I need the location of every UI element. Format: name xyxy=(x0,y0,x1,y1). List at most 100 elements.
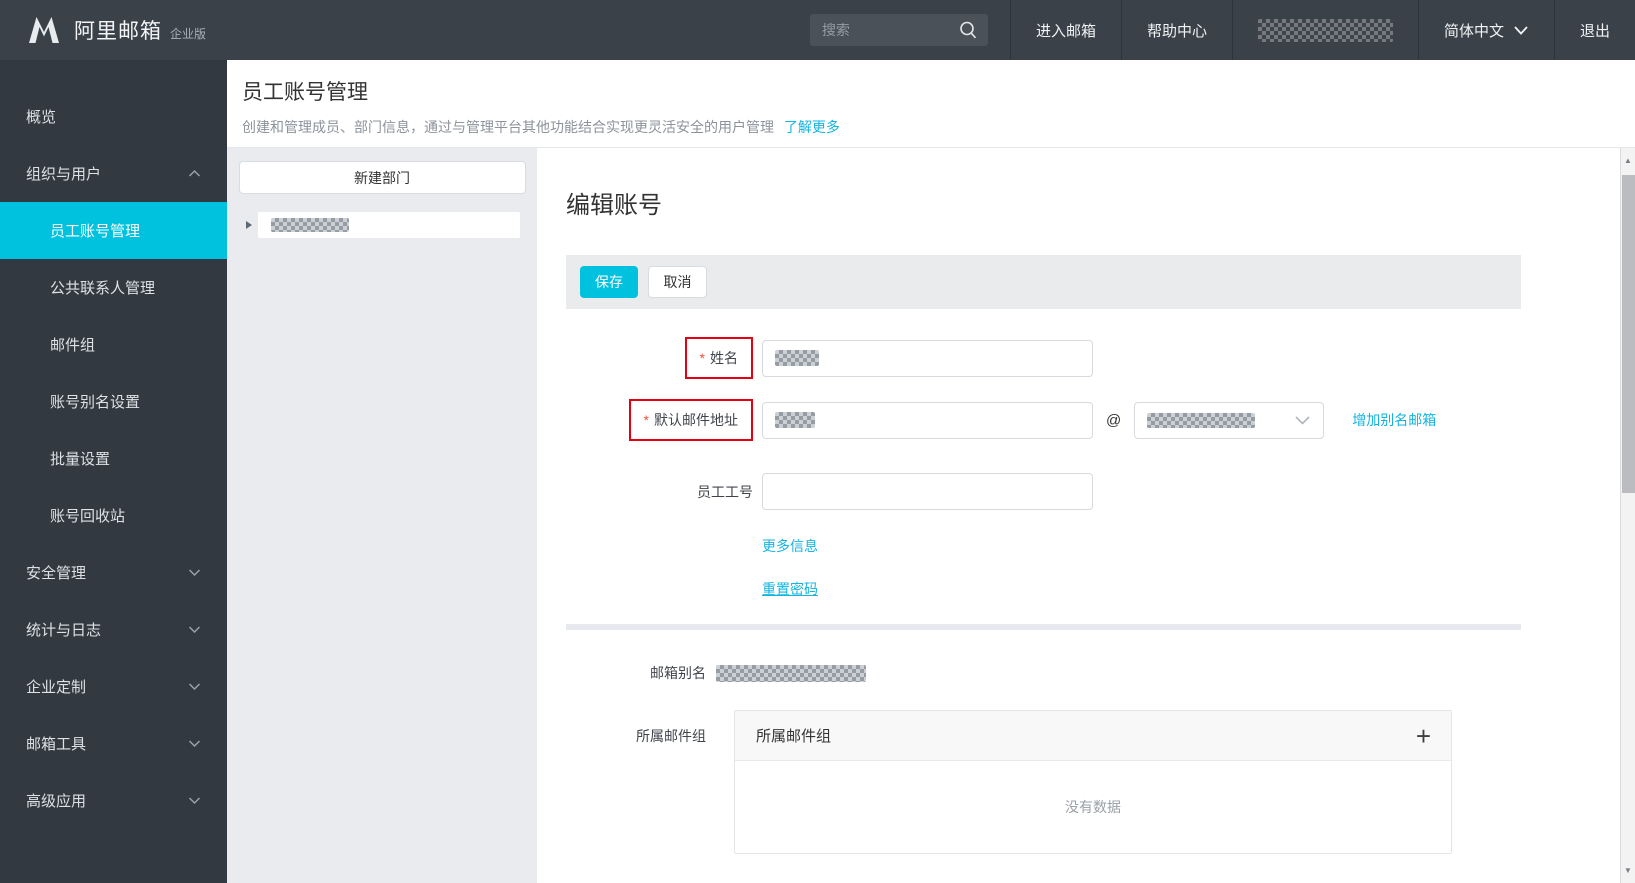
sidebar-item-label: 高级应用 xyxy=(26,793,87,810)
add-alias-link[interactable]: 增加别名邮箱 xyxy=(1352,410,1436,430)
brand-name: 阿里邮箱 xyxy=(74,20,162,43)
nav-enter-mailbox-label: 进入邮箱 xyxy=(1035,22,1096,40)
sidebar-item-label: 概览 xyxy=(26,109,57,126)
chevron-down-icon xyxy=(188,739,201,748)
staff-id-input[interactable] xyxy=(762,473,1093,510)
sidebar-item-account-recycle[interactable]: 账号回收站 xyxy=(0,487,227,544)
department-node[interactable] xyxy=(258,212,520,238)
email-label: 默认邮件地址 xyxy=(654,412,738,428)
redacted-email-value xyxy=(775,412,815,428)
scrollbar-thumb[interactable] xyxy=(1622,175,1635,493)
mail-groups-panel: 所属邮件组 + 没有数据 xyxy=(734,710,1452,854)
nav-logout-label: 退出 xyxy=(1579,22,1610,40)
topbar: 阿里邮箱 企业版 进入邮箱 帮助中心 简体中文 退出 xyxy=(0,0,1635,60)
mail-groups-empty-state: 没有数据 xyxy=(735,761,1451,853)
reset-password-link[interactable]: 重置密码 xyxy=(762,579,818,599)
email-domain-select[interactable] xyxy=(1134,401,1325,439)
learn-more-link[interactable]: 了解更多 xyxy=(784,119,840,135)
chevron-down-icon xyxy=(188,625,201,634)
sidebar-item-mail-tools[interactable]: 邮箱工具 xyxy=(0,715,227,772)
topbar-search xyxy=(809,14,988,46)
vertical-scrollbar[interactable]: ▲ ▼ xyxy=(1620,148,1635,883)
brand: 阿里邮箱 企业版 xyxy=(0,0,206,60)
scrollbar-up-arrow-icon[interactable]: ▲ xyxy=(1621,156,1635,165)
nav-language-label: 简体中文 xyxy=(1443,22,1504,40)
mail-groups-panel-header: 所属邮件组 + xyxy=(735,711,1451,761)
sidebar-item-security[interactable]: 安全管理 xyxy=(0,544,227,601)
topbar-nav: 进入邮箱 帮助中心 简体中文 退出 xyxy=(1009,0,1635,60)
chevron-down-icon xyxy=(1294,414,1311,426)
edit-account-panel: 编辑账号 保存 取消 * 姓名 * 默认邮件地址 @ 增加别名邮箱 员工工号 更… xyxy=(537,148,1635,883)
name-field-row: * 姓名 xyxy=(566,337,1635,379)
add-group-icon[interactable]: + xyxy=(1416,723,1431,749)
name-label: 姓名 xyxy=(710,350,738,366)
sidebar-item-enterprise-custom[interactable]: 企业定制 xyxy=(0,658,227,715)
nav-enter-mailbox[interactable]: 进入邮箱 xyxy=(1009,0,1121,60)
sidebar-item-label: 账号回收站 xyxy=(50,508,126,525)
redacted-department-name xyxy=(271,218,349,232)
staff-id-label: 员工工号 xyxy=(697,483,753,500)
redacted-alias-value xyxy=(716,664,866,682)
alias-row: 邮箱别名 xyxy=(566,663,1635,683)
sidebar: 概览 组织与用户 员工账号管理 公共联系人管理 邮件组 账号别名设置 批量设置 … xyxy=(0,60,227,883)
alimail-logo-icon xyxy=(29,17,59,43)
sidebar-item-label: 组织与用户 xyxy=(26,166,102,183)
tree-expand-arrow-icon[interactable] xyxy=(246,221,252,229)
sidebar-item-label: 账号别名设置 xyxy=(50,394,141,411)
sidebar-item-label: 批量设置 xyxy=(50,451,111,468)
nav-help-center-label: 帮助中心 xyxy=(1146,22,1207,40)
sidebar-item-label: 邮箱工具 xyxy=(26,736,87,753)
sidebar-item-label: 邮件组 xyxy=(50,337,96,354)
redacted-username xyxy=(1257,18,1393,42)
scrollbar-down-arrow-icon[interactable]: ▼ xyxy=(1621,866,1635,875)
page-description-text: 创建和管理成员、部门信息，通过与管理平台其他功能结合实现更灵活安全的用户管理 xyxy=(242,119,774,135)
chevron-down-icon xyxy=(1513,24,1529,36)
required-asterisk: * xyxy=(699,350,705,366)
chevron-up-icon xyxy=(188,169,201,178)
search-icon[interactable] xyxy=(958,20,978,45)
groups-row: 所属邮件组 所属邮件组 + 没有数据 xyxy=(566,710,1635,854)
name-input[interactable] xyxy=(762,339,1093,377)
email-field-row: * 默认邮件地址 @ 增加别名邮箱 xyxy=(566,399,1635,441)
editor-title: 编辑账号 xyxy=(566,192,662,219)
mail-groups-panel-title: 所属邮件组 xyxy=(756,728,832,745)
sidebar-item-label: 员工账号管理 xyxy=(50,223,141,240)
sidebar-item-mail-groups[interactable]: 邮件组 xyxy=(0,316,227,373)
editor-toolbar: 保存 取消 xyxy=(566,255,1521,309)
email-local-input[interactable] xyxy=(762,401,1093,439)
department-tree-panel: 新建部门 xyxy=(227,148,537,883)
page-description: 创建和管理成员、部门信息，通过与管理平台其他功能结合实现更灵活安全的用户管理 了… xyxy=(242,117,1635,137)
cancel-button[interactable]: 取消 xyxy=(648,266,707,298)
sidebar-item-overview[interactable]: 概览 xyxy=(0,88,227,145)
nav-language[interactable]: 简体中文 xyxy=(1417,0,1554,60)
alias-label: 邮箱别名 xyxy=(650,665,706,681)
brand-edition: 企业版 xyxy=(170,26,207,41)
nav-logout[interactable]: 退出 xyxy=(1553,0,1635,60)
redacted-name-value xyxy=(775,350,819,366)
staff-id-field-row: 员工工号 xyxy=(566,473,1635,510)
at-sign: @ xyxy=(1106,411,1122,429)
sidebar-item-public-contacts[interactable]: 公共联系人管理 xyxy=(0,259,227,316)
sidebar-item-stats-logs[interactable]: 统计与日志 xyxy=(0,601,227,658)
nav-help-center[interactable]: 帮助中心 xyxy=(1120,0,1232,60)
department-tree-node[interactable] xyxy=(227,212,537,238)
nav-account[interactable] xyxy=(1231,0,1418,60)
page-header: 员工账号管理 创建和管理成员、部门信息，通过与管理平台其他功能结合实现更灵活安全… xyxy=(227,60,1635,148)
required-asterisk: * xyxy=(643,412,649,428)
more-info-link[interactable]: 更多信息 xyxy=(762,536,818,556)
redacted-domain-value xyxy=(1147,412,1256,428)
save-button[interactable]: 保存 xyxy=(580,266,638,298)
chevron-down-icon xyxy=(188,682,201,691)
sidebar-item-account-alias[interactable]: 账号别名设置 xyxy=(0,373,227,430)
page-title: 员工账号管理 xyxy=(242,81,368,104)
no-data-text: 没有数据 xyxy=(1065,799,1121,815)
sidebar-item-org-users[interactable]: 组织与用户 xyxy=(0,145,227,202)
email-label-annotation-box: * 默认邮件地址 xyxy=(628,399,753,441)
sidebar-item-batch-settings[interactable]: 批量设置 xyxy=(0,430,227,487)
new-department-button[interactable]: 新建部门 xyxy=(238,161,526,194)
sidebar-item-employee-accounts[interactable]: 员工账号管理 xyxy=(0,202,227,259)
groups-label: 所属邮件组 xyxy=(636,728,706,744)
chevron-down-icon xyxy=(188,796,201,805)
name-label-annotation-box: * 姓名 xyxy=(684,337,753,379)
sidebar-item-advanced-apps[interactable]: 高级应用 xyxy=(0,772,227,829)
